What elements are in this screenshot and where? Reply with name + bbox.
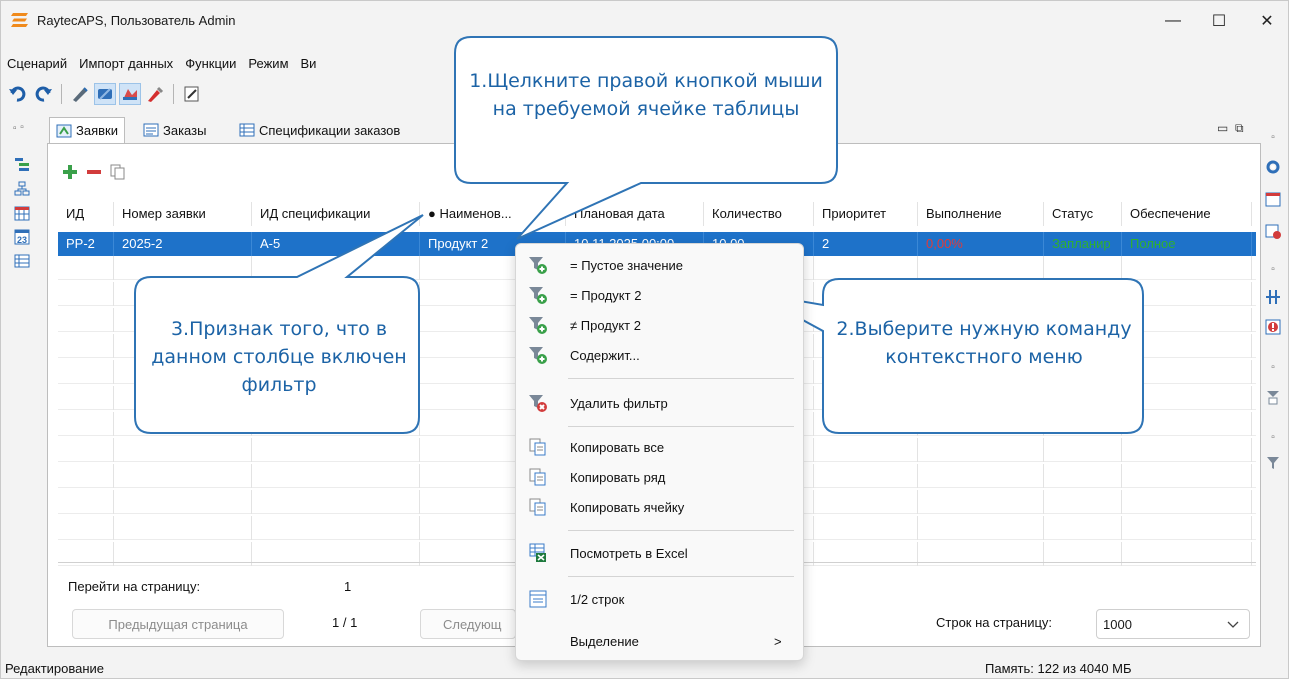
filter-add-icon [529,347,547,364]
ctx-selection-submenu[interactable]: Выделение > [516,626,803,656]
copy-icon [529,468,546,486]
ctx-copy-cell[interactable]: Копировать ячейку [516,492,803,522]
ctx-filter-contains[interactable]: Содержит... [516,340,803,370]
ctx-half-rows[interactable]: 1/2 строк [516,584,803,614]
ctx-label: Копировать ячейку [570,499,685,515]
callout-2-text: 2.Выберите нужную команду контекстного м… [836,318,1132,368]
ctx-filter-not-equals[interactable]: ≠ Продукт 2 [516,310,803,340]
ctx-label: ≠ Продукт 2 [570,317,641,333]
table-icon [529,590,547,608]
ctx-label: = Продукт 2 [570,287,642,303]
ctx-filter-equals[interactable]: = Продукт 2 [516,280,803,310]
ctx-separator [568,530,794,531]
ctx-filter-empty[interactable]: = Пустое значение [516,250,803,280]
ctx-copy-row[interactable]: Копировать ряд [516,462,803,492]
filter-add-icon [529,287,547,304]
ctx-remove-filter[interactable]: Удалить фильтр [516,388,803,418]
ctx-label: Выделение [570,633,639,649]
filter-add-icon [529,257,547,274]
ctx-label: Содержит... [570,347,640,363]
app-window: RaytecAPS, Пользователь Admin — ☐ ✕ Сцен… [0,0,1289,679]
submenu-arrow-icon: > [774,633,782,649]
ctx-label: Копировать ряд [570,469,666,485]
context-menu: = Пустое значение = Продукт 2 ≠ Продукт … [515,243,804,661]
ctx-label: = Пустое значение [570,257,684,273]
copy-icon [529,498,546,516]
copy-icon [529,438,546,456]
ctx-view-in-excel[interactable]: Посмотреть в Excel [516,538,803,568]
ctx-separator [568,378,794,379]
filter-remove-icon [529,395,547,412]
ctx-separator [568,426,794,427]
ctx-label: Посмотреть в Excel [570,545,688,561]
ctx-copy-all[interactable]: Копировать все [516,432,803,462]
ctx-separator [568,576,794,577]
callout-1-text: 1.Щелкните правой кнопкой мыши на требуе… [469,70,823,120]
callout-3-text: 3.Признак того, что в данном столбце вкл… [151,318,407,396]
ctx-label: Копировать все [570,439,665,455]
filter-add-icon [529,317,547,334]
excel-icon [529,543,546,562]
ctx-label: 1/2 строк [570,591,625,607]
ctx-label: Удалить фильтр [570,395,668,411]
